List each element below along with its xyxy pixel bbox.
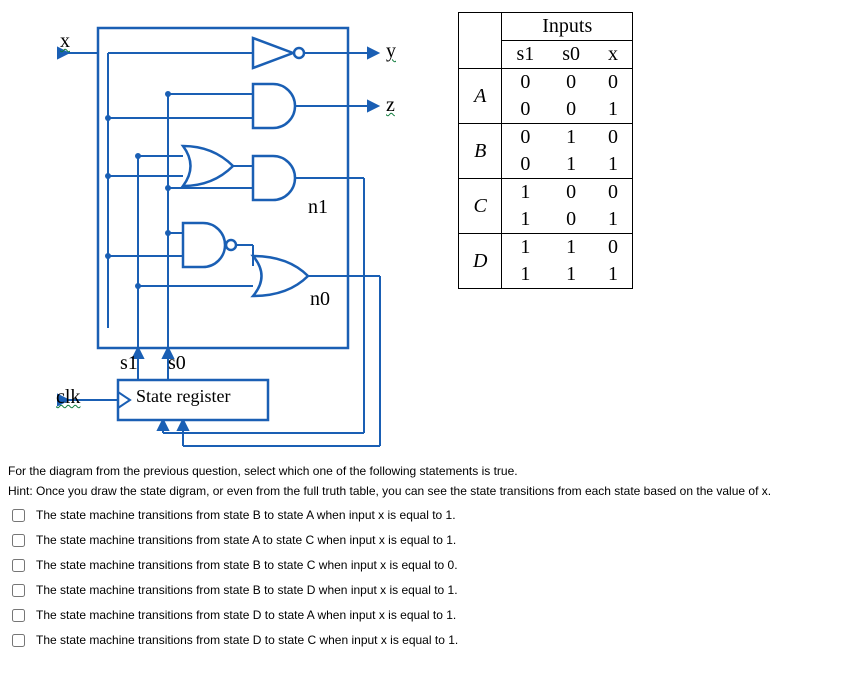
option-4-label: The state machine transitions from state… [36,608,456,622]
option-3-checkbox[interactable] [12,584,25,597]
inputs-table: Inputs s1 s0 x A 0 0 0 0 0 1 B [458,12,633,289]
option-4-checkbox[interactable] [12,609,25,622]
label-y: y [386,40,396,63]
option-0[interactable]: The state machine transitions from state… [8,508,860,525]
label-s0: s0 [168,352,186,375]
option-1-checkbox[interactable] [12,534,25,547]
circuit-diagram: .w { stroke:#1a5fb4; stroke-width:2; fil… [8,8,418,448]
col-s0: s0 [548,41,594,69]
label-s1: s1 [120,352,138,375]
label-state-register: State register [136,386,230,407]
state-A: A [459,69,502,124]
question-text: For the diagram from the previous questi… [8,464,860,478]
label-x: x [60,30,70,53]
hint-text: Hint: Once you draw the state digram, or… [8,484,860,498]
option-1[interactable]: The state machine transitions from state… [8,533,860,550]
option-3-label: The state machine transitions from state… [36,583,458,597]
label-n1: n1 [308,196,328,219]
option-5-checkbox[interactable] [12,634,25,647]
option-3[interactable]: The state machine transitions from state… [8,583,860,600]
label-n0: n0 [310,288,330,311]
option-2-checkbox[interactable] [12,559,25,572]
col-x: x [594,41,633,69]
state-C: C [459,179,502,234]
option-1-label: The state machine transitions from state… [36,533,456,547]
option-5-label: The state machine transitions from state… [36,633,458,647]
col-s1: s1 [502,41,548,69]
label-z: z [386,94,395,117]
option-0-checkbox[interactable] [12,509,25,522]
state-B: B [459,124,502,179]
option-4[interactable]: The state machine transitions from state… [8,608,860,625]
label-clk: clk [56,386,80,409]
option-2-label: The state machine transitions from state… [36,558,458,572]
option-0-label: The state machine transitions from state… [36,508,456,522]
state-D: D [459,234,502,289]
option-2[interactable]: The state machine transitions from state… [8,558,860,575]
inputs-table-wrapper: Inputs s1 s0 x A 0 0 0 0 0 1 B [458,8,633,448]
inputs-header: Inputs [502,13,633,41]
option-5[interactable]: The state machine transitions from state… [8,633,860,650]
